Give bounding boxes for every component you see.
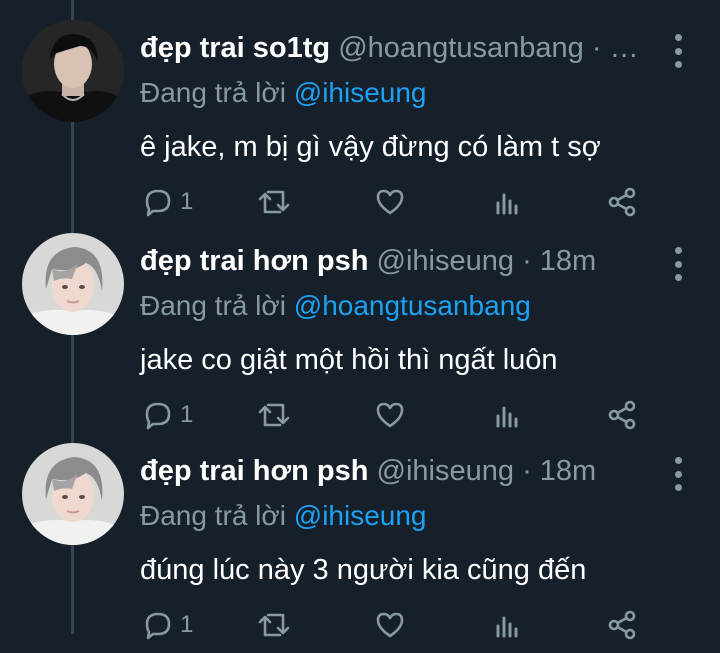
avatar[interactable] [22, 233, 124, 335]
separator: · [522, 455, 532, 487]
reply-button[interactable]: 1 [142, 393, 193, 437]
timestamp[interactable]: … [610, 32, 639, 64]
analytics-icon [493, 186, 523, 218]
replying-to-line: Đang trả lời @ihiseung [140, 496, 427, 536]
user-handle[interactable]: @hoangtusanbang [338, 32, 584, 64]
more-icon[interactable] [664, 247, 692, 281]
analytics-button[interactable] [493, 603, 523, 647]
like-icon [374, 609, 406, 641]
share-icon [606, 609, 638, 641]
avatar[interactable] [22, 443, 124, 545]
display-name[interactable]: đẹp trai so1tg [140, 32, 330, 64]
reply-icon [142, 186, 174, 218]
action-bar: 1 [0, 180, 720, 224]
reply-button[interactable]: 1 [142, 180, 193, 224]
display-name[interactable]: đẹp trai hơn psh [140, 245, 368, 277]
tweet-text: ê jake, m bị gì vậy đừng có làm t sợ [140, 131, 601, 163]
separator: · [591, 32, 602, 64]
retweet-icon [257, 609, 291, 641]
retweet-button[interactable] [257, 393, 291, 437]
reply-count: 1 [180, 611, 194, 638]
analytics-button[interactable] [493, 393, 523, 437]
tweet[interactable]: đẹp trai so1tg @hoangtusanbang · … Đang … [0, 20, 720, 230]
replying-to-line: Đang trả lời @ihiseung [140, 73, 427, 113]
tweet-text: jake co giật một hồi thì ngất luôn [140, 344, 558, 376]
tweet-header: đẹp trai so1tg @hoangtusanbang · … [140, 28, 640, 68]
like-button[interactable] [374, 603, 406, 647]
like-icon [374, 186, 406, 218]
tweet-header: đẹp trai hơn psh @ihiseung · 18m [140, 241, 640, 281]
like-icon [374, 399, 406, 431]
timestamp[interactable]: 18m [540, 245, 596, 277]
retweet-button[interactable] [257, 180, 291, 224]
analytics-icon [493, 399, 523, 431]
retweet-button[interactable] [257, 603, 291, 647]
action-bar: 1 [0, 603, 720, 647]
share-button[interactable] [606, 603, 638, 647]
reply-icon [142, 399, 174, 431]
replying-to-label: Đang trả lời [140, 290, 286, 321]
display-name[interactable]: đẹp trai hơn psh [140, 455, 368, 487]
action-bar: 1 [0, 393, 720, 437]
replying-to-label: Đang trả lời [140, 500, 286, 531]
replying-to-link[interactable]: @hoangtusanbang [294, 290, 531, 321]
separator: · [522, 245, 532, 277]
replying-to-label: Đang trả lời [140, 77, 286, 108]
avatar[interactable] [22, 20, 124, 122]
retweet-icon [257, 399, 291, 431]
more-icon[interactable] [664, 457, 692, 491]
replying-to-link[interactable]: @ihiseung [294, 500, 427, 531]
timestamp[interactable]: 18m [540, 455, 596, 487]
user-handle[interactable]: @ihiseung [377, 455, 514, 487]
reply-button[interactable]: 1 [142, 603, 193, 647]
replying-to-line: Đang trả lời @hoangtusanbang [140, 286, 531, 326]
tweet-header: đẹp trai hơn psh @ihiseung · 18m [140, 451, 640, 491]
analytics-icon [493, 609, 523, 641]
tweet[interactable]: đẹp trai hơn psh @ihiseung · 18m Đang tr… [0, 233, 720, 443]
share-button[interactable] [606, 180, 638, 224]
reply-count: 1 [180, 188, 194, 215]
reply-icon [142, 609, 174, 641]
more-icon[interactable] [664, 34, 692, 68]
user-handle[interactable]: @ihiseung [377, 245, 514, 277]
like-button[interactable] [374, 393, 406, 437]
share-icon [606, 186, 638, 218]
tweet[interactable]: đẹp trai hơn psh @ihiseung · 18m Đang tr… [0, 443, 720, 653]
analytics-button[interactable] [493, 180, 523, 224]
share-icon [606, 399, 638, 431]
tweet-text: đúng lúc này 3 người kia cũng đến [140, 554, 587, 586]
share-button[interactable] [606, 393, 638, 437]
retweet-icon [257, 186, 291, 218]
like-button[interactable] [374, 180, 406, 224]
reply-count: 1 [180, 401, 194, 428]
replying-to-link[interactable]: @ihiseung [294, 77, 427, 108]
